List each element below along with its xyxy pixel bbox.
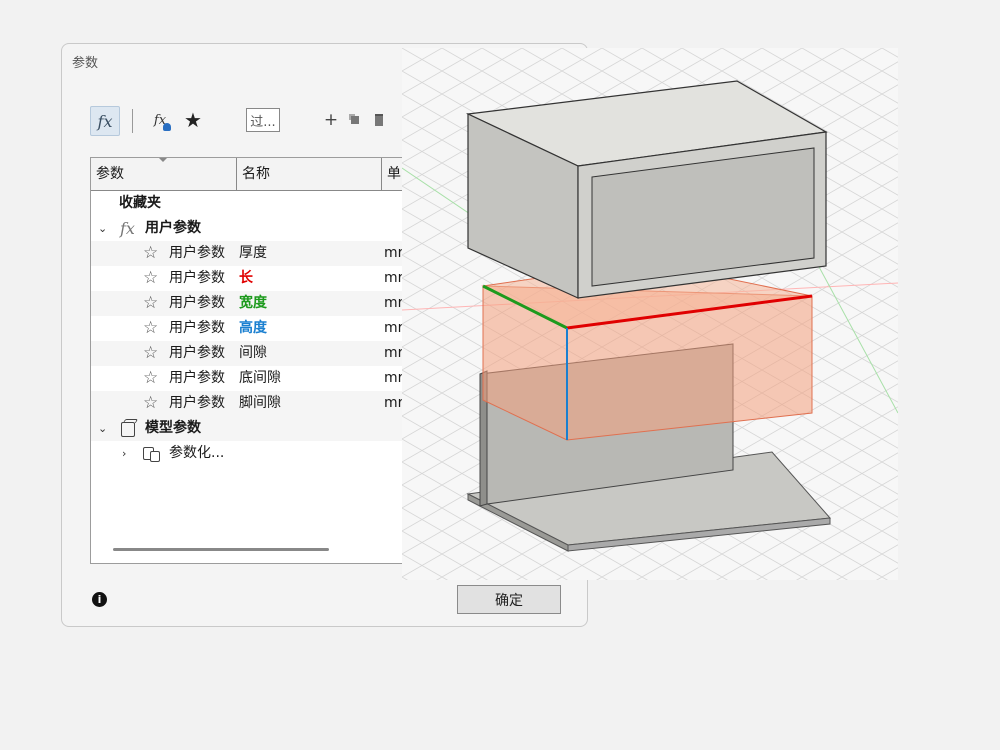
star-outline-icon[interactable]: ☆ [143, 366, 158, 391]
plus-icon[interactable]: + [322, 106, 340, 134]
row-unit: mr [384, 345, 404, 361]
star-outline-icon[interactable]: ☆ [143, 266, 158, 291]
row-name: 间隙 [239, 345, 267, 361]
row-param: 用户参数 [169, 295, 225, 311]
row-param: 用户参数 [169, 370, 225, 386]
dialog-title: 参数 [72, 56, 99, 71]
row-param: 用户参数 [169, 345, 225, 361]
cube-icon [121, 422, 135, 437]
row-name: 宽度 [239, 295, 267, 311]
chevron-down-icon[interactable]: ⌄ [98, 416, 107, 441]
chevron-right-icon[interactable]: › [122, 441, 126, 466]
star-outline-icon[interactable]: ☆ [143, 291, 158, 316]
ok-button[interactable]: 确定 [457, 585, 561, 614]
row-unit: mr [384, 370, 404, 386]
row-param: 用户参数 [169, 320, 225, 336]
component-icon [143, 447, 160, 462]
star-outline-icon[interactable]: ☆ [143, 316, 158, 341]
star-outline-icon[interactable]: ☆ [143, 391, 158, 416]
favorites-star-icon[interactable]: ★ [180, 106, 206, 134]
row-unit: mr [384, 295, 404, 311]
group-label: 收藏夹 [119, 195, 161, 211]
row-name: 厚度 [239, 245, 267, 261]
group-label: 模型参数 [145, 420, 201, 436]
horizontal-scrollbar[interactable] [113, 548, 329, 551]
column-header-name[interactable]: 名称 [237, 158, 382, 190]
row-name: 高度 [239, 320, 267, 336]
fx-icon[interactable]: fx [90, 106, 120, 136]
tree-item-label: 参数化... [169, 445, 225, 461]
top-cover [465, 80, 828, 299]
row-param: 用户参数 [169, 270, 225, 286]
row-param: 用户参数 [169, 395, 225, 411]
fx-icon: fx [120, 219, 135, 238]
trash-icon[interactable] [370, 106, 388, 134]
viewport-canvas [402, 48, 898, 580]
row-name: 脚间隙 [239, 395, 281, 411]
user-fx-icon[interactable]: fx [148, 106, 172, 134]
star-outline-icon[interactable]: ☆ [143, 341, 158, 366]
row-name: 长 [239, 270, 253, 286]
copy-icon[interactable] [346, 106, 364, 134]
info-icon[interactable]: i [92, 592, 107, 607]
row-unit: mr [384, 395, 404, 411]
star-outline-icon[interactable]: ☆ [143, 241, 158, 266]
chevron-down-icon[interactable]: ⌄ [98, 216, 107, 241]
row-name: 底间隙 [239, 370, 281, 386]
3d-viewport[interactable] [402, 48, 898, 580]
filter-input[interactable]: 过... [246, 108, 280, 132]
person-icon [163, 123, 171, 131]
row-unit: mr [384, 270, 404, 286]
group-label: 用户参数 [145, 220, 201, 236]
column-header-param[interactable]: 参数 [91, 158, 237, 190]
row-param: 用户参数 [169, 245, 225, 261]
row-unit: mr [384, 245, 404, 261]
row-unit: mr [384, 320, 404, 336]
toolbar-separator [132, 109, 133, 133]
